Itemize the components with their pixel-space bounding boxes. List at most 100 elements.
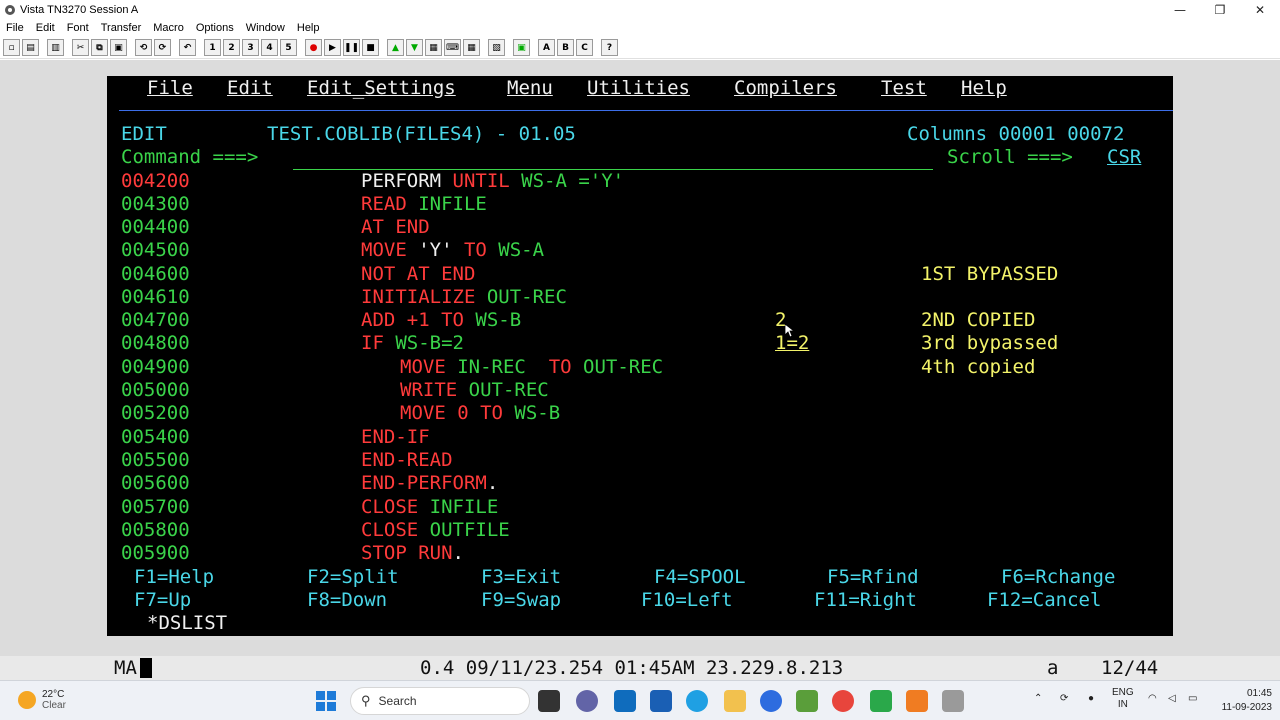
language-indicator[interactable]: ENG IN: [1112, 687, 1134, 711]
edge-icon[interactable]: [686, 690, 708, 712]
dslist-shortcut[interactable]: *DSLIST: [147, 612, 227, 634]
utorrent-icon[interactable]: [870, 690, 892, 712]
source-line[interactable]: MOVE 'Y' TO WS-A: [361, 239, 544, 261]
excel-icon[interactable]: [796, 690, 818, 712]
fkey-f10[interactable]: F10=Left: [641, 589, 733, 611]
fkey-f2[interactable]: F2=Split: [307, 566, 399, 588]
stop-icon[interactable]: ■: [362, 39, 379, 56]
source-line[interactable]: END-PERFORM.: [361, 472, 498, 494]
settings-icon[interactable]: ▧: [488, 39, 505, 56]
tray-chevron-icon[interactable]: ⌃: [1034, 693, 1042, 704]
line-number[interactable]: 004200: [121, 170, 190, 192]
fkey-f5[interactable]: F5=Rfind: [827, 566, 919, 588]
line-number[interactable]: 004610: [121, 286, 190, 308]
menu-macro[interactable]: Macro: [147, 22, 190, 34]
zoom-icon[interactable]: [760, 690, 782, 712]
outlook-icon[interactable]: [614, 690, 636, 712]
table-icon[interactable]: ▦: [463, 39, 480, 56]
menu-help[interactable]: Help: [291, 22, 326, 34]
fkey-f8[interactable]: F8=Down: [307, 589, 387, 611]
fkey-f1[interactable]: F1=Help: [134, 566, 214, 588]
new-icon[interactable]: ▫: [3, 39, 20, 56]
line-number[interactable]: 005700: [121, 496, 190, 518]
menu-transfer[interactable]: Transfer: [95, 22, 148, 34]
ispf-menu-help[interactable]: Help: [961, 77, 1007, 99]
source-line[interactable]: NOT AT END: [361, 263, 475, 285]
help-button[interactable]: ?: [601, 39, 618, 56]
source-line[interactable]: WRITE OUT-REC: [400, 379, 549, 401]
line-number[interactable]: 005400: [121, 426, 190, 448]
source-line[interactable]: MOVE 0 TO WS-B: [400, 402, 560, 424]
source-line[interactable]: END-IF: [361, 426, 430, 448]
macro-2-button[interactable]: 2: [223, 39, 240, 56]
tray-mic-icon[interactable]: ●: [1088, 693, 1094, 704]
source-line[interactable]: MOVE IN-REC TO OUT-REC: [400, 356, 663, 378]
tray-sync-icon[interactable]: ⟳: [1060, 693, 1068, 704]
source-line[interactable]: STOP RUN.: [361, 542, 464, 564]
menu-file[interactable]: File: [0, 22, 30, 34]
upload-icon[interactable]: ▲: [387, 39, 404, 56]
source-line[interactable]: READ INFILE: [361, 193, 487, 215]
source-line[interactable]: ADD +1 TO WS-B: [361, 309, 521, 331]
volume-icon[interactable]: ◁: [1168, 693, 1176, 704]
fkey-f6[interactable]: F6=Rchange: [1001, 566, 1115, 588]
source-line[interactable]: AT END: [361, 216, 430, 238]
macro-4-button[interactable]: 4: [261, 39, 278, 56]
maximize-button[interactable]: ❐: [1200, 0, 1240, 20]
taskbar-clock[interactable]: 01:45 11-09-2023: [1222, 687, 1272, 715]
source-line[interactable]: CLOSE OUTFILE: [361, 519, 510, 541]
line-number[interactable]: 004600: [121, 263, 190, 285]
line-number[interactable]: 004400: [121, 216, 190, 238]
line-number[interactable]: 005900: [121, 542, 190, 564]
line-number[interactable]: 005500: [121, 449, 190, 471]
download-icon[interactable]: ▼: [406, 39, 423, 56]
ispf-menu-edit-settings[interactable]: Edit_Settings: [307, 77, 456, 99]
line-number[interactable]: 004800: [121, 332, 190, 354]
start-button[interactable]: [316, 691, 336, 711]
macro-5-button[interactable]: 5: [280, 39, 297, 56]
play-icon[interactable]: ▶: [324, 39, 341, 56]
line-number[interactable]: 005000: [121, 379, 190, 401]
paste-icon[interactable]: ▣: [110, 39, 127, 56]
hotspot-c-button[interactable]: C: [576, 39, 593, 56]
print-icon[interactable]: ▥: [47, 39, 64, 56]
terminal-screen[interactable]: File Edit Edit_Settings Menu Utilities C…: [107, 76, 1173, 636]
hotspot-b-button[interactable]: B: [557, 39, 574, 56]
record-icon[interactable]: ●: [305, 39, 322, 56]
fkey-f3[interactable]: F3=Exit: [481, 566, 561, 588]
fkey-f9[interactable]: F9=Swap: [481, 589, 561, 611]
menu-edit[interactable]: Edit: [30, 22, 61, 34]
menu-options[interactable]: Options: [190, 22, 240, 34]
cut-icon[interactable]: ✂: [72, 39, 89, 56]
ispf-menu-edit[interactable]: Edit: [227, 77, 273, 99]
fkey-f7[interactable]: F7=Up: [134, 589, 191, 611]
hotspot-a-button[interactable]: A: [538, 39, 555, 56]
undo-icon[interactable]: ↶: [179, 39, 196, 56]
source-line[interactable]: IF WS-B=2: [361, 332, 464, 354]
minimize-button[interactable]: —: [1160, 0, 1200, 20]
open-icon[interactable]: ▤: [22, 39, 39, 56]
line-number[interactable]: 004300: [121, 193, 190, 215]
fkey-f12[interactable]: F12=Cancel: [987, 589, 1101, 611]
pause-icon[interactable]: ❚❚: [343, 39, 360, 56]
chrome-icon[interactable]: [832, 690, 854, 712]
ispf-menu-compilers[interactable]: Compilers: [734, 77, 837, 99]
source-line[interactable]: PERFORM UNTIL WS-A ='Y': [361, 170, 624, 192]
reconnect-icon[interactable]: ⟳: [154, 39, 171, 56]
teams-icon[interactable]: [576, 690, 598, 712]
connect-icon[interactable]: ⟲: [135, 39, 152, 56]
ispf-menu-file[interactable]: File: [147, 77, 193, 99]
store-icon[interactable]: [650, 690, 672, 712]
macro-1-button[interactable]: 1: [204, 39, 221, 56]
line-number[interactable]: 005800: [121, 519, 190, 541]
line-number[interactable]: 005200: [121, 402, 190, 424]
macro-3-button[interactable]: 3: [242, 39, 259, 56]
ispf-menu-utilities[interactable]: Utilities: [587, 77, 690, 99]
ispf-menu-menu[interactable]: Menu: [507, 77, 553, 99]
source-line[interactable]: END-READ: [361, 449, 453, 471]
ispf-menu-test[interactable]: Test: [881, 77, 927, 99]
close-button[interactable]: ✕: [1240, 0, 1280, 20]
source-line[interactable]: CLOSE INFILE: [361, 496, 498, 518]
fkey-f4[interactable]: F4=SPOOL: [654, 566, 746, 588]
menu-font[interactable]: Font: [61, 22, 95, 34]
